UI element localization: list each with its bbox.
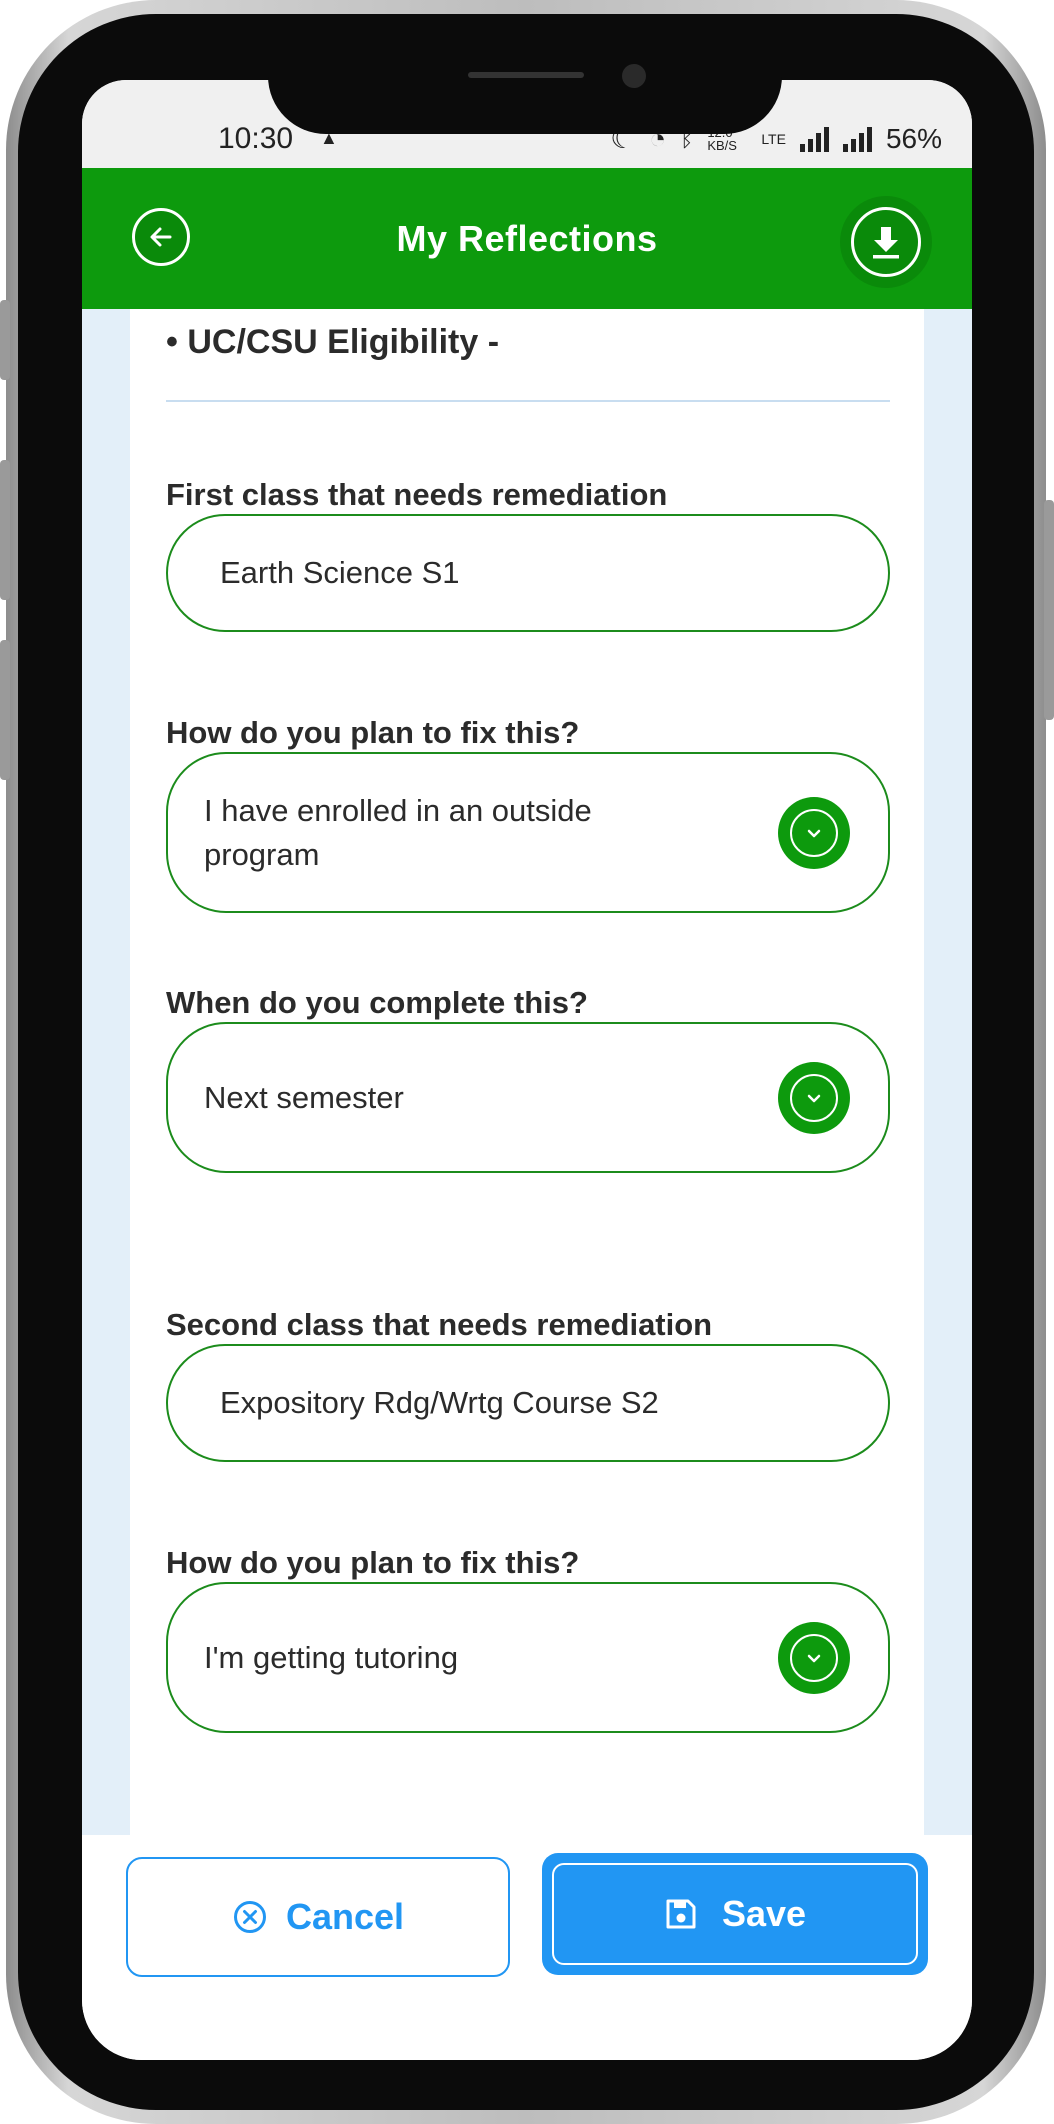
scroll-area[interactable]: • UC/CSU Eligibility - First class that … — [82, 309, 972, 1915]
page-title: My Reflections — [396, 217, 658, 259]
save-label: Save — [721, 1893, 807, 1934]
chevron-down-icon — [807, 829, 821, 837]
notch — [268, 64, 782, 134]
download-icon — [873, 227, 899, 259]
side-button — [0, 300, 10, 380]
second-fix-value: I'm getting tutoring — [204, 1639, 459, 1675]
first-fix-value: I have enrolled in an outside program — [204, 792, 592, 872]
arrow-left-icon — [150, 227, 172, 247]
divider — [166, 400, 890, 402]
first-fix-dropdown-button[interactable] — [778, 796, 850, 869]
status-time: 10:30 — [218, 122, 294, 155]
first-class-value: Earth Science S1 — [220, 555, 460, 590]
back-button[interactable] — [132, 208, 190, 266]
download-button[interactable] — [840, 196, 932, 288]
speaker — [468, 72, 584, 78]
second-fix-select[interactable]: I'm getting tutoring — [166, 1582, 890, 1733]
first-class-label: First class that needs remediation — [166, 477, 668, 512]
first-class-input[interactable]: Earth Science S1 — [166, 514, 890, 632]
first-when-dropdown-button[interactable] — [778, 1061, 850, 1134]
first-fix-label: How do you plan to fix this? — [166, 715, 580, 750]
cancel-circle-icon — [233, 1901, 266, 1933]
section-heading: • UC/CSU Eligibility - — [166, 323, 500, 361]
roaming-signal-icon — [842, 126, 872, 152]
action-footer: Cancel Save — [82, 1835, 972, 2060]
second-class-input[interactable]: Expository Rdg/Wrtg Course S2 — [166, 1344, 890, 1462]
front-camera — [622, 64, 646, 88]
screen: 10:30 ▲ ☾ ◔ ᛒ 12.0 KB/S LTE 56% My Refle… — [82, 80, 972, 2060]
volume-down-button — [0, 640, 10, 780]
volume-up-button — [0, 460, 10, 600]
chevron-down-icon — [807, 1094, 821, 1102]
volte-icon: LTE — [761, 130, 786, 147]
save-floppy-icon — [666, 1899, 696, 1929]
second-class-value: Expository Rdg/Wrtg Course S2 — [220, 1385, 659, 1420]
power-button — [1044, 500, 1054, 720]
first-when-value: Next semester — [204, 1079, 404, 1115]
first-when-select[interactable]: Next semester — [166, 1022, 890, 1173]
chevron-down-icon — [807, 1654, 821, 1662]
battery-level: 56% — [885, 122, 942, 154]
cancel-button[interactable]: Cancel — [126, 1857, 510, 1977]
first-fix-select[interactable]: I have enrolled in an outside program — [166, 752, 890, 913]
second-class-label: Second class that needs remediation — [166, 1307, 713, 1342]
second-fix-dropdown-button[interactable] — [778, 1621, 850, 1694]
second-fix-label: How do you plan to fix this? — [166, 1545, 580, 1580]
signal-icon — [799, 126, 829, 152]
first-when-label: When do you complete this? — [166, 985, 588, 1020]
reflection-card: • UC/CSU Eligibility - First class that … — [130, 309, 924, 1915]
app-header: My Reflections — [82, 168, 972, 309]
cancel-label: Cancel — [285, 1896, 405, 1937]
save-button[interactable]: Save — [542, 1853, 928, 1975]
